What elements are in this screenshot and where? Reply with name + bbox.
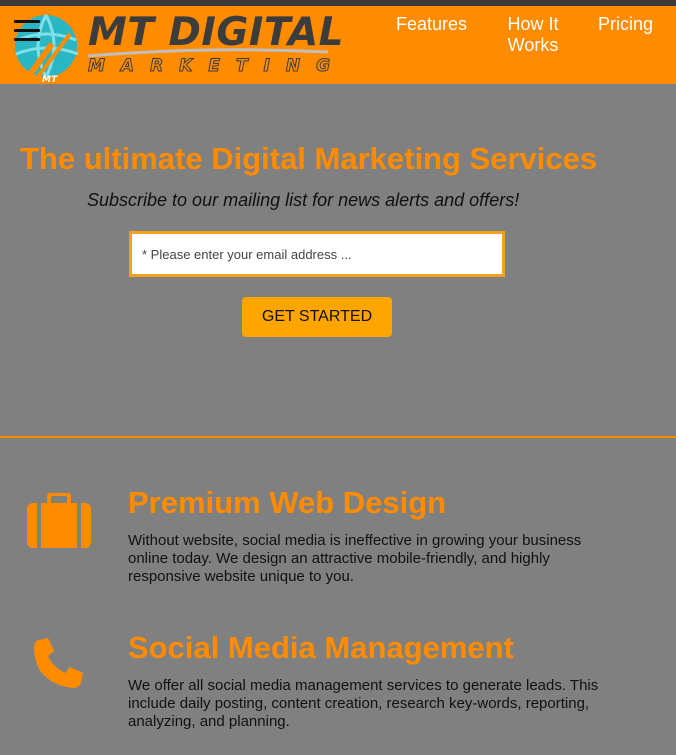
feature-description: Without website, social media is ineffec… [128, 532, 582, 585]
feature-description: We offer all social media management ser… [128, 677, 599, 730]
logo-badge-text: MT [42, 75, 58, 84]
nav-pricing-link[interactable]: Pricing [598, 14, 653, 35]
email-input[interactable] [129, 231, 505, 277]
section-divider [0, 436, 676, 438]
brand-tagline: MARKETING [87, 56, 347, 77]
site-header: MT MT DIGITAL MARKETING Features How It … [0, 6, 676, 84]
hero-subtitle: Subscribe to our mailing list for news a… [87, 190, 520, 210]
hero-title: The ultimate Digital Marketing Services [20, 141, 598, 176]
nav-features-link[interactable]: Features [396, 14, 467, 35]
nav-how-it-works-link[interactable]: How It Works [502, 14, 564, 56]
feature-title: Premium Web Design [128, 485, 447, 520]
menu-toggle-icon[interactable] [14, 20, 40, 42]
feature-title: Social Media Management [128, 630, 514, 665]
briefcase-icon [27, 493, 91, 548]
get-started-button[interactable]: GET STARTED [242, 297, 392, 337]
phone-icon [34, 638, 83, 688]
